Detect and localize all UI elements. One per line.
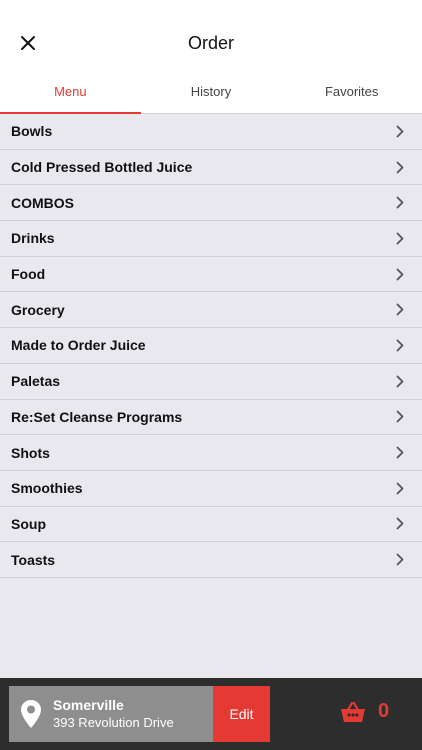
menu-item-combos[interactable]: COMBOS [0,185,422,222]
page-title: Order [187,32,234,53]
menu-item-cold-pressed-bottled-juice[interactable]: Cold Pressed Bottled Juice [0,149,422,186]
close-icon [21,36,35,50]
menu-item-label: Bowls [11,123,53,140]
menu-item-smoothies[interactable]: Smoothies [0,470,422,507]
menu-category-list: Bowls Cold Pressed Bottled Juice COMBOS … [0,114,422,578]
menu-item-label: Shots [11,444,50,461]
chevron-right-icon [394,446,406,460]
basket-icon [341,701,365,722]
close-button[interactable] [12,27,44,59]
cart-button[interactable]: 0 [340,700,389,723]
menu-item-reset-cleanse-programs[interactable]: Re:Set Cleanse Programs [0,399,422,436]
menu-item-label: COMBOS [11,194,74,211]
chevron-right-icon [394,124,406,138]
chevron-right-icon [394,517,406,531]
tab-bar: Menu History Favorites [0,70,422,114]
menu-item-label: Re:Set Cleanse Programs [11,408,183,425]
menu-item-label: Smoothies [11,480,83,497]
location-name: Somerville [53,697,124,713]
bottom-bar: Somerville 393 Revolution Drive Edit 0 [0,678,422,750]
menu-item-label: Drinks [11,230,55,247]
menu-item-label: Food [11,266,46,283]
location-selector[interactable]: Somerville 393 Revolution Drive [9,686,213,742]
menu-item-drinks[interactable]: Drinks [0,221,422,257]
chevron-right-icon [394,553,406,567]
location-pin-icon [9,699,53,729]
menu-item-label: Soup [11,515,46,532]
tab-menu[interactable]: Menu [0,70,141,114]
menu-item-grocery[interactable]: Grocery [0,292,422,329]
chevron-right-icon [394,410,406,424]
chevron-right-icon [394,303,406,317]
menu-item-label: Cold Pressed Bottled Juice [11,159,193,176]
menu-item-made-to-order-juice[interactable]: Made to Order Juice [0,328,422,364]
menu-item-bowls[interactable]: Bowls [0,114,422,150]
menu-item-paletas[interactable]: Paletas [0,363,422,400]
header-bar: Order [0,0,422,70]
location-text: Somerville 393 Revolution Drive [53,697,174,731]
chevron-right-icon [394,231,406,245]
tab-history[interactable]: History [141,70,282,113]
menu-item-toasts[interactable]: Toasts [0,542,422,578]
location-address: 393 Revolution Drive [53,715,174,730]
menu-item-label: Paletas [11,373,61,390]
menu-item-food[interactable]: Food [0,256,422,293]
chevron-right-icon [394,481,406,495]
chevron-right-icon [394,160,406,174]
chevron-right-icon [394,196,406,210]
chevron-right-icon [394,267,406,281]
cart-count: 0 [378,700,390,722]
menu-item-shots[interactable]: Shots [0,435,422,471]
tab-favorites[interactable]: Favorites [281,70,422,113]
menu-item-label: Grocery [11,301,65,318]
edit-location-button[interactable]: Edit [213,686,270,742]
menu-item-label: Toasts [11,551,56,568]
menu-item-label: Made to Order Juice [11,337,146,354]
menu-item-soup[interactable]: Soup [0,506,422,543]
chevron-right-icon [394,338,406,352]
chevron-right-icon [394,374,406,388]
